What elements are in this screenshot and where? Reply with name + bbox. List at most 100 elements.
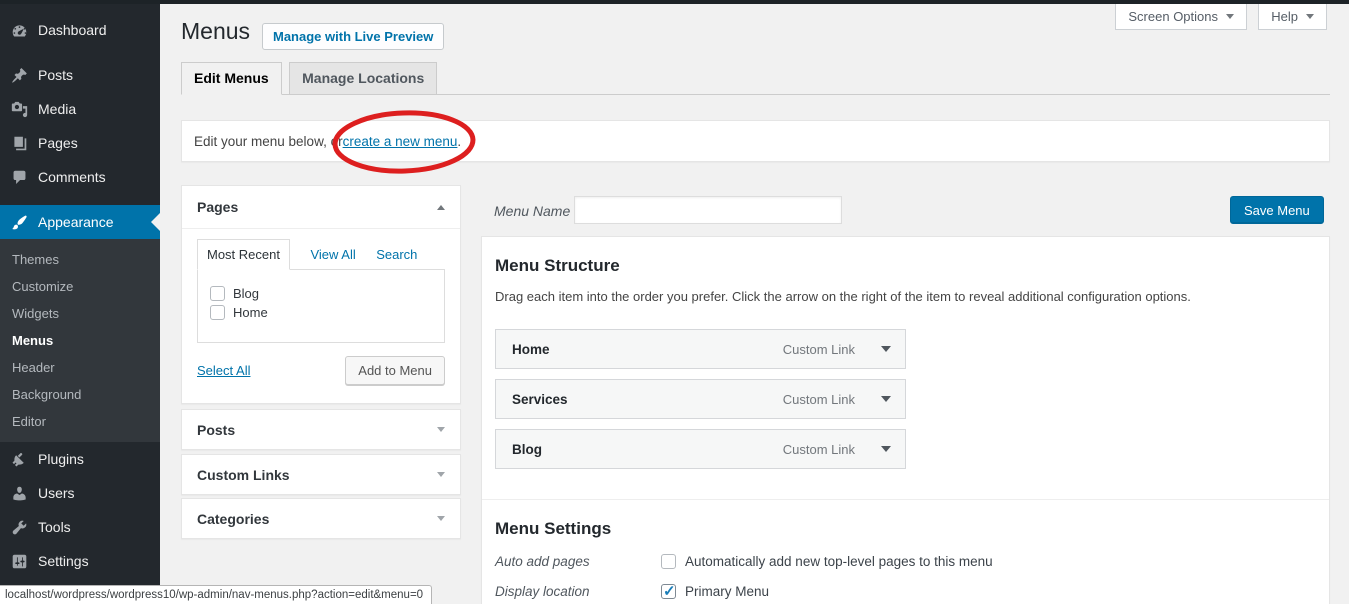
tab-manage-locations[interactable]: Manage Locations	[289, 62, 437, 95]
paintbrush-icon	[9, 212, 29, 232]
chevron-down-icon[interactable]	[437, 516, 445, 521]
notice-period: .	[457, 134, 461, 149]
chevron-down-icon	[1226, 14, 1234, 19]
menu-item-type: Custom Link	[783, 342, 855, 357]
sidebar-item-label: Settings	[38, 553, 89, 569]
wrench-icon	[9, 517, 29, 537]
admin-sidebar: Dashboard Posts Media Pages Comments App…	[0, 0, 160, 604]
display-location-row: Display location Primary Menu	[495, 584, 1316, 599]
admin-top-bar	[0, 0, 1349, 4]
sidebar-item-label: Posts	[38, 67, 73, 83]
plug-icon	[9, 449, 29, 469]
auto-add-pages-text: Automatically add new top-level pages to…	[685, 554, 993, 569]
sidebar-item-plugins[interactable]: Plugins	[0, 442, 160, 476]
manage-live-preview-button[interactable]: Manage with Live Preview	[262, 23, 444, 50]
sidebar-item-label: Users	[38, 485, 75, 501]
sidebar-item-label: Tools	[38, 519, 71, 535]
create-new-menu-link[interactable]: create a new menu	[343, 134, 458, 149]
submenu-item-editor[interactable]: Editor	[0, 408, 160, 435]
collapse-up-icon[interactable]	[437, 205, 445, 210]
sidebar-item-pages[interactable]: Pages	[0, 126, 160, 160]
expand-item-icon[interactable]	[881, 446, 891, 452]
sidebar-item-dashboard[interactable]: Dashboard	[0, 13, 160, 47]
checkbox-label: Blog	[233, 286, 259, 301]
chevron-down-icon[interactable]	[437, 427, 445, 432]
select-all-link[interactable]: Select All	[197, 363, 250, 378]
chevron-down-icon[interactable]	[437, 472, 445, 477]
list-item: Home	[210, 305, 434, 320]
menu-item-label: Services	[512, 392, 568, 407]
sidebar-item-label: Appearance	[38, 214, 114, 230]
menu-item-type: Custom Link	[783, 392, 855, 407]
submenu-item-widgets[interactable]: Widgets	[0, 300, 160, 327]
menu-name-input[interactable]	[574, 196, 842, 224]
add-to-menu-button[interactable]: Add to Menu	[345, 356, 445, 385]
sidebar-item-settings[interactable]: Settings	[0, 544, 160, 578]
pages-metabox-header[interactable]: Pages	[182, 186, 460, 229]
menu-item-services[interactable]: Services Custom Link	[495, 379, 906, 419]
screen-options-label: Screen Options	[1128, 9, 1218, 24]
pages-checklist: Blog Home	[197, 269, 445, 343]
submenu-item-customize[interactable]: Customize	[0, 273, 160, 300]
expand-item-icon[interactable]	[881, 346, 891, 352]
menu-name-label: Menu Name	[494, 203, 570, 219]
sidebar-item-comments[interactable]: Comments	[0, 160, 160, 194]
comment-icon	[9, 167, 29, 187]
categories-metabox-title: Categories	[197, 511, 269, 527]
display-location-label: Display location	[495, 584, 661, 599]
menu-item-type: Custom Link	[783, 442, 855, 457]
pages-metabox: Pages Most Recent View All Search Blog H…	[181, 185, 461, 404]
submenu-item-header[interactable]: Header	[0, 354, 160, 381]
sidebar-item-posts[interactable]: Posts	[0, 58, 160, 92]
menu-item-label: Home	[512, 342, 550, 357]
sidebar-item-users[interactable]: Users	[0, 476, 160, 510]
auto-add-pages-checkbox[interactable]	[661, 554, 676, 569]
sidebar-item-tools[interactable]: Tools	[0, 510, 160, 544]
tab-search[interactable]: Search	[376, 247, 417, 262]
save-menu-button[interactable]: Save Menu	[1230, 196, 1324, 224]
gauge-icon	[9, 20, 29, 40]
pages-icon	[9, 133, 29, 153]
home-checkbox[interactable]	[210, 305, 225, 320]
camera-icon	[9, 99, 29, 119]
help-label: Help	[1271, 9, 1298, 24]
custom-links-metabox[interactable]: Custom Links	[181, 454, 461, 495]
primary-menu-checkbox[interactable]	[661, 584, 676, 599]
browser-status-bar: localhost/wordpress/wordpress10/wp-admin…	[0, 585, 432, 604]
menu-item-blog[interactable]: Blog Custom Link	[495, 429, 906, 469]
submenu-item-menus[interactable]: Menus	[0, 327, 160, 354]
sidebar-item-label: Dashboard	[38, 22, 107, 38]
active-menu-arrow	[151, 213, 160, 231]
menu-structure-help: Drag each item into the order you prefer…	[495, 289, 1316, 304]
tab-most-recent[interactable]: Most Recent	[197, 239, 290, 270]
blog-checkbox[interactable]	[210, 286, 225, 301]
menu-structure-title: Menu Structure	[482, 237, 1329, 276]
pages-tabs: Most Recent View All Search	[197, 239, 445, 269]
expand-item-icon[interactable]	[881, 396, 891, 402]
help-button[interactable]: Help	[1258, 4, 1327, 30]
sidebar-item-label: Comments	[38, 169, 106, 185]
sidebar-item-appearance[interactable]: Appearance	[0, 205, 160, 239]
edit-menu-notice: Edit your menu below, or create a new me…	[181, 120, 1330, 162]
menu-item-label: Blog	[512, 442, 542, 457]
submenu-item-background[interactable]: Background	[0, 381, 160, 408]
posts-metabox[interactable]: Posts	[181, 409, 461, 450]
submenu-item-themes[interactable]: Themes	[0, 246, 160, 273]
tab-edit-menus[interactable]: Edit Menus	[181, 62, 282, 95]
categories-metabox[interactable]: Categories	[181, 498, 461, 539]
nav-tab-bar: Edit Menus Manage Locations	[181, 62, 1330, 95]
page-title: Menus	[181, 18, 250, 45]
pushpin-icon	[9, 65, 29, 85]
notice-text: Edit your menu below, or	[194, 134, 343, 149]
custom-links-metabox-title: Custom Links	[197, 467, 290, 483]
auto-add-pages-row: Auto add pages Automatically add new top…	[495, 554, 1316, 569]
chevron-down-icon	[1306, 14, 1314, 19]
posts-metabox-title: Posts	[197, 422, 235, 438]
sidebar-item-media[interactable]: Media	[0, 92, 160, 126]
user-icon	[9, 483, 29, 503]
menu-item-home[interactable]: Home Custom Link	[495, 329, 906, 369]
tab-view-all[interactable]: View All	[310, 247, 355, 262]
sidebar-item-label: Pages	[38, 135, 78, 151]
screen-options-button[interactable]: Screen Options	[1115, 4, 1247, 30]
menu-settings-title: Menu Settings	[482, 500, 1329, 539]
